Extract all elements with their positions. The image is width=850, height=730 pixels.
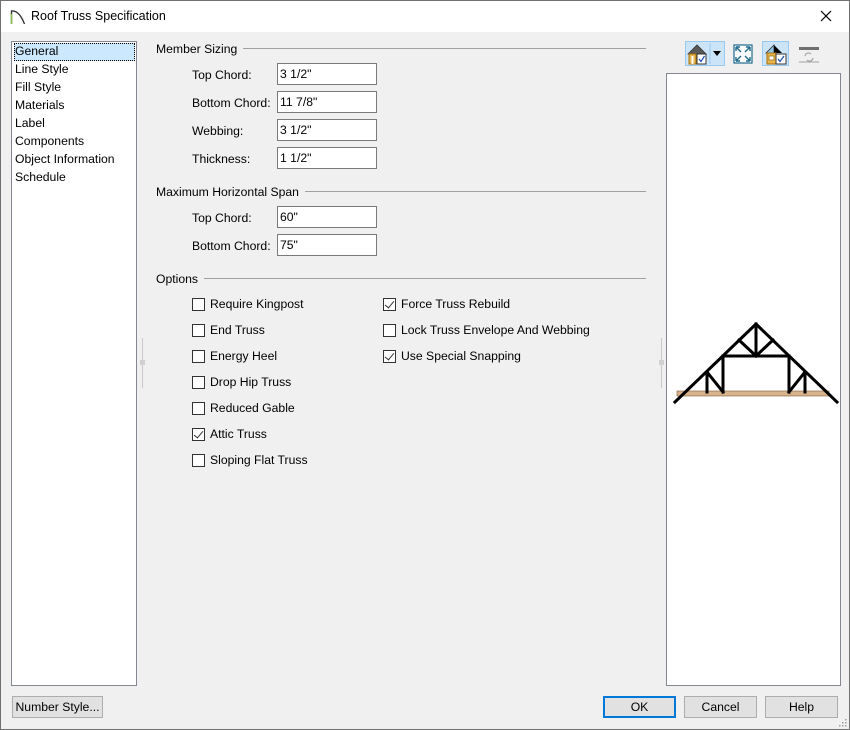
cancel-button[interactable]: Cancel bbox=[684, 696, 757, 718]
force-truss-rebuild-checkbox[interactable]: Force Truss Rebuild bbox=[383, 296, 510, 312]
checkbox-box[interactable] bbox=[192, 427, 205, 441]
house-view-icon bbox=[687, 43, 721, 65]
checkbox-label: Force Truss Rebuild bbox=[401, 297, 511, 311]
sidebar-item-label[interactable]: Label bbox=[14, 115, 135, 133]
checkbox-label: Use Special Snapping bbox=[401, 349, 521, 363]
options-divider bbox=[156, 278, 646, 279]
window-title: Roof Truss Specification bbox=[31, 9, 166, 23]
checkbox-label: Require Kingpost bbox=[210, 297, 304, 311]
sidebar-item-schedule[interactable]: Schedule bbox=[14, 169, 135, 187]
drop-hip-truss-checkbox[interactable]: Drop Hip Truss bbox=[192, 374, 291, 390]
roof-truss-dialog: Roof Truss Specification General Line St… bbox=[0, 0, 850, 730]
checkbox-label: Sloping Flat Truss bbox=[210, 453, 308, 467]
checkbox-label: Lock Truss Envelope And Webbing bbox=[401, 323, 590, 337]
top-chord-size-input[interactable] bbox=[277, 63, 377, 85]
left-splitter-grip[interactable] bbox=[140, 360, 145, 365]
checkbox-box[interactable] bbox=[192, 453, 205, 467]
title-bar: Roof Truss Specification bbox=[1, 1, 849, 32]
checkbox-box[interactable] bbox=[192, 349, 205, 363]
render-view-button[interactable] bbox=[762, 41, 789, 66]
checkbox-label: Attic Truss bbox=[210, 427, 267, 441]
fill-window-button[interactable] bbox=[731, 42, 755, 66]
lock-truss-envelope-checkbox[interactable]: Lock Truss Envelope And Webbing bbox=[383, 322, 590, 338]
help-button[interactable]: Help bbox=[765, 696, 838, 718]
top-chord-span-input[interactable] bbox=[277, 206, 377, 228]
view-mode-button[interactable] bbox=[685, 41, 725, 66]
refresh-button[interactable] bbox=[796, 42, 822, 66]
checkbox-box[interactable] bbox=[192, 375, 205, 389]
end-truss-checkbox[interactable]: End Truss bbox=[192, 322, 265, 338]
attic-truss-checkbox[interactable]: Attic Truss bbox=[192, 426, 267, 442]
house-render-icon bbox=[764, 44, 786, 65]
web-upper-left bbox=[736, 337, 759, 359]
web-diag-left bbox=[704, 369, 726, 395]
sidebar-item-line-style[interactable]: Line Style bbox=[14, 61, 135, 79]
right-splitter-grip[interactable] bbox=[659, 360, 664, 365]
web-upper-right bbox=[753, 337, 776, 359]
bottom-chord-span-label: Bottom Chord: bbox=[192, 239, 271, 253]
sloping-flat-truss-checkbox[interactable]: Sloping Flat Truss bbox=[192, 452, 308, 468]
require-kingpost-checkbox[interactable]: Require Kingpost bbox=[192, 296, 304, 312]
close-icon bbox=[820, 10, 832, 22]
category-list[interactable]: General Line Style Fill Style Materials … bbox=[11, 41, 137, 686]
sidebar-item-components[interactable]: Components bbox=[14, 133, 135, 151]
thickness-label: Thickness: bbox=[192, 152, 251, 166]
checkbox-box[interactable] bbox=[192, 297, 205, 311]
max-span-heading: Maximum Horizontal Span bbox=[156, 185, 305, 199]
top-chord-size-label: Top Chord: bbox=[192, 68, 252, 82]
checkbox-label: Drop Hip Truss bbox=[210, 375, 292, 389]
roof-arc-icon bbox=[10, 10, 26, 25]
sidebar-item-fill-style[interactable]: Fill Style bbox=[14, 79, 135, 97]
options-heading: Options bbox=[156, 272, 205, 286]
checkbox-label: End Truss bbox=[210, 323, 265, 337]
bottom-chord-size-label: Bottom Chord: bbox=[192, 96, 271, 110]
member-sizing-heading: Member Sizing bbox=[156, 42, 244, 56]
bottom-chord-span-input[interactable] bbox=[277, 234, 377, 256]
attic-truss-drawing bbox=[672, 321, 840, 405]
checkbox-box[interactable] bbox=[192, 323, 205, 337]
ok-button[interactable]: OK bbox=[603, 696, 676, 718]
close-button[interactable] bbox=[803, 1, 849, 31]
energy-heel-checkbox[interactable]: Energy Heel bbox=[192, 348, 277, 364]
sidebar-item-materials[interactable]: Materials bbox=[14, 97, 135, 115]
thickness-input[interactable] bbox=[277, 147, 377, 169]
webbing-size-input[interactable] bbox=[277, 119, 377, 141]
checkbox-box[interactable] bbox=[383, 297, 396, 311]
use-special-snapping-checkbox[interactable]: Use Special Snapping bbox=[383, 348, 521, 364]
refresh-icon bbox=[799, 47, 819, 63]
fill-window-icon bbox=[733, 44, 753, 64]
checkbox-label: Reduced Gable bbox=[210, 401, 295, 415]
web-diag-right bbox=[786, 369, 808, 395]
checkbox-box[interactable] bbox=[383, 349, 396, 363]
top-chord-span-label: Top Chord: bbox=[192, 211, 252, 225]
reduced-gable-checkbox[interactable]: Reduced Gable bbox=[192, 400, 295, 416]
truss-preview-pane[interactable] bbox=[666, 73, 841, 686]
sidebar-item-object-information[interactable]: Object Information bbox=[14, 151, 135, 169]
number-style-button[interactable]: Number Style... bbox=[12, 696, 103, 718]
bottom-chord-size-input[interactable] bbox=[277, 91, 377, 113]
webbing-size-label: Webbing: bbox=[192, 124, 244, 138]
checkbox-box[interactable] bbox=[192, 401, 205, 415]
sidebar-item-general[interactable]: General bbox=[14, 43, 135, 61]
resize-grip-icon[interactable] bbox=[837, 717, 847, 727]
checkbox-box[interactable] bbox=[383, 323, 396, 337]
checkbox-label: Energy Heel bbox=[210, 349, 278, 363]
